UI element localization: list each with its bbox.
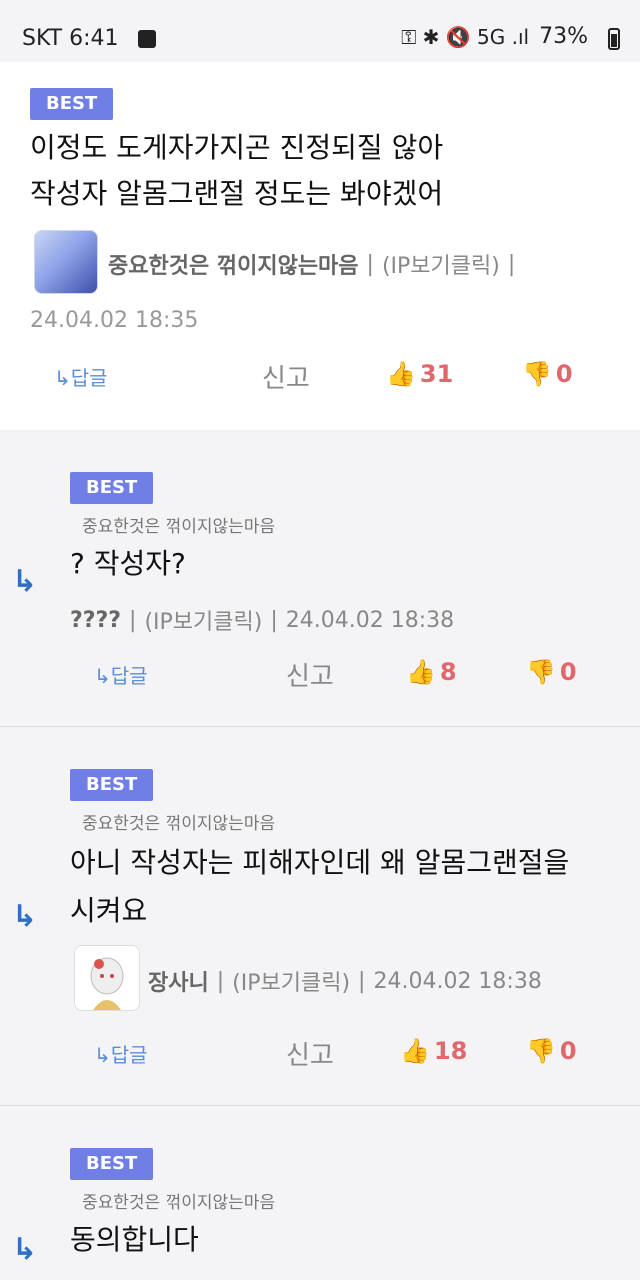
thumb-up-icon: 👍: [400, 1037, 430, 1065]
battery-percent: 73%: [539, 24, 588, 49]
report-button[interactable]: 신고: [286, 656, 334, 693]
parent-author: 중요한것은 꺾이지않는마음: [82, 1193, 276, 1213]
best-badge: BEST: [70, 472, 154, 504]
thumb-down-icon: 👎: [522, 360, 552, 388]
ip-link[interactable]: (IP보기클릭): [232, 965, 350, 997]
reply-arrow-icon: ↳: [12, 564, 38, 599]
upvote-count: 31: [419, 360, 454, 388]
best-badge: BEST: [70, 1148, 154, 1180]
upvote-button[interactable]: 👍 18: [400, 1037, 467, 1065]
battery-icon: [608, 28, 620, 50]
avatar[interactable]: [74, 945, 140, 1011]
status-icons: ⚿ ✱ 🔇 5G .ıl 73%: [401, 24, 588, 49]
avatar-image: [90, 957, 124, 1010]
comment-date: 24.04.02 18:38: [285, 607, 455, 633]
reply-button[interactable]: ↳답글: [94, 1039, 148, 1068]
reply-button[interactable]: ↳답글: [54, 362, 108, 391]
comment-text-line: 이정도 도게자가지곤 진정되질 않아: [30, 131, 444, 164]
thumb-down-icon: 👎: [526, 1037, 556, 1065]
downvote-button[interactable]: 👎 0: [526, 1037, 577, 1065]
upvote-button[interactable]: 👍 8: [406, 658, 457, 686]
separator: |: [270, 607, 278, 633]
reply-card: ↳ BEST 중요한것은 꺾이지않는마음 ? 작성자? ???? | (IP보기…: [0, 430, 640, 727]
separator: |: [129, 607, 137, 633]
comment-text-line: 시켜요: [70, 894, 148, 927]
author-nickname[interactable]: ????: [70, 608, 121, 633]
author-nickname[interactable]: 장사니: [148, 965, 209, 997]
upvote-button[interactable]: 👍 31: [386, 360, 453, 388]
thumb-down-icon: 👎: [526, 658, 556, 686]
upvote-count: 8: [439, 658, 457, 686]
downvote-button[interactable]: 👎 0: [526, 658, 577, 686]
reply-button[interactable]: ↳답글: [94, 660, 148, 689]
thumb-up-icon: 👍: [406, 658, 436, 686]
author-nickname[interactable]: 중요한것은 꺾이지않는마음: [108, 248, 359, 280]
reply-card: ↳ BEST 중요한것은 꺾이지않는마음 아니 작성자는 피해자인데 왜 알몸그…: [0, 727, 640, 1106]
ip-link[interactable]: (IP보기클릭): [382, 248, 500, 280]
comment-date: 24.04.02 18:35: [30, 308, 199, 333]
downvote-button[interactable]: 👎 0: [522, 360, 573, 388]
parent-author: 중요한것은 꺾이지않는마음: [82, 814, 276, 834]
report-button[interactable]: 신고: [262, 358, 310, 395]
signal-icons: ⚿ ✱ 🔇 5G .ıl: [401, 24, 530, 49]
comment-text-line: 동의합니다: [70, 1223, 199, 1256]
comment-card: BEST 이정도 도게자가지곤 진정되질 않아 작성자 알몸그랜절 정도는 봐야…: [0, 62, 640, 431]
avatar[interactable]: [34, 230, 98, 294]
downvote-count: 0: [559, 1037, 577, 1065]
gallery-notification-icon: [138, 30, 156, 48]
separator: |: [507, 251, 516, 277]
report-button[interactable]: 신고: [286, 1035, 334, 1072]
comment-text-line: ? 작성자?: [70, 547, 186, 580]
comment-meta: ???? | (IP보기클릭) | 24.04.02 18:38: [70, 604, 454, 636]
reply-card: ↳ BEST 중요한것은 꺾이지않는마음 동의합니다: [0, 1106, 640, 1280]
reply-arrow-icon: ↳: [12, 899, 38, 934]
comment-meta: 중요한것은 꺾이지않는마음 | (IP보기클릭) |: [108, 248, 515, 280]
comment-text-line: 아니 작성자는 피해자인데 왜 알몸그랜절을: [70, 846, 570, 879]
best-badge: BEST: [70, 769, 154, 801]
comment-date: 24.04.02 18:38: [373, 968, 542, 994]
carrier-time: SKT 6:41: [22, 26, 119, 51]
downvote-count: 0: [559, 658, 577, 686]
reply-arrow-icon: ↳: [12, 1232, 38, 1267]
separator: |: [366, 251, 374, 277]
upvote-count: 18: [433, 1037, 468, 1065]
comment-text-line: 작성자 알몸그랜절 정도는 봐야겠어: [30, 177, 444, 210]
ip-link[interactable]: (IP보기클릭): [144, 604, 262, 636]
downvote-count: 0: [555, 360, 573, 388]
thumb-up-icon: 👍: [386, 360, 416, 388]
comment-meta: 장사니 | (IP보기클릭) | 24.04.02 18:38: [148, 965, 542, 997]
separator: |: [358, 968, 366, 994]
best-badge: BEST: [30, 88, 114, 120]
parent-author: 중요한것은 꺾이지않는마음: [82, 517, 276, 537]
separator: |: [216, 968, 225, 994]
